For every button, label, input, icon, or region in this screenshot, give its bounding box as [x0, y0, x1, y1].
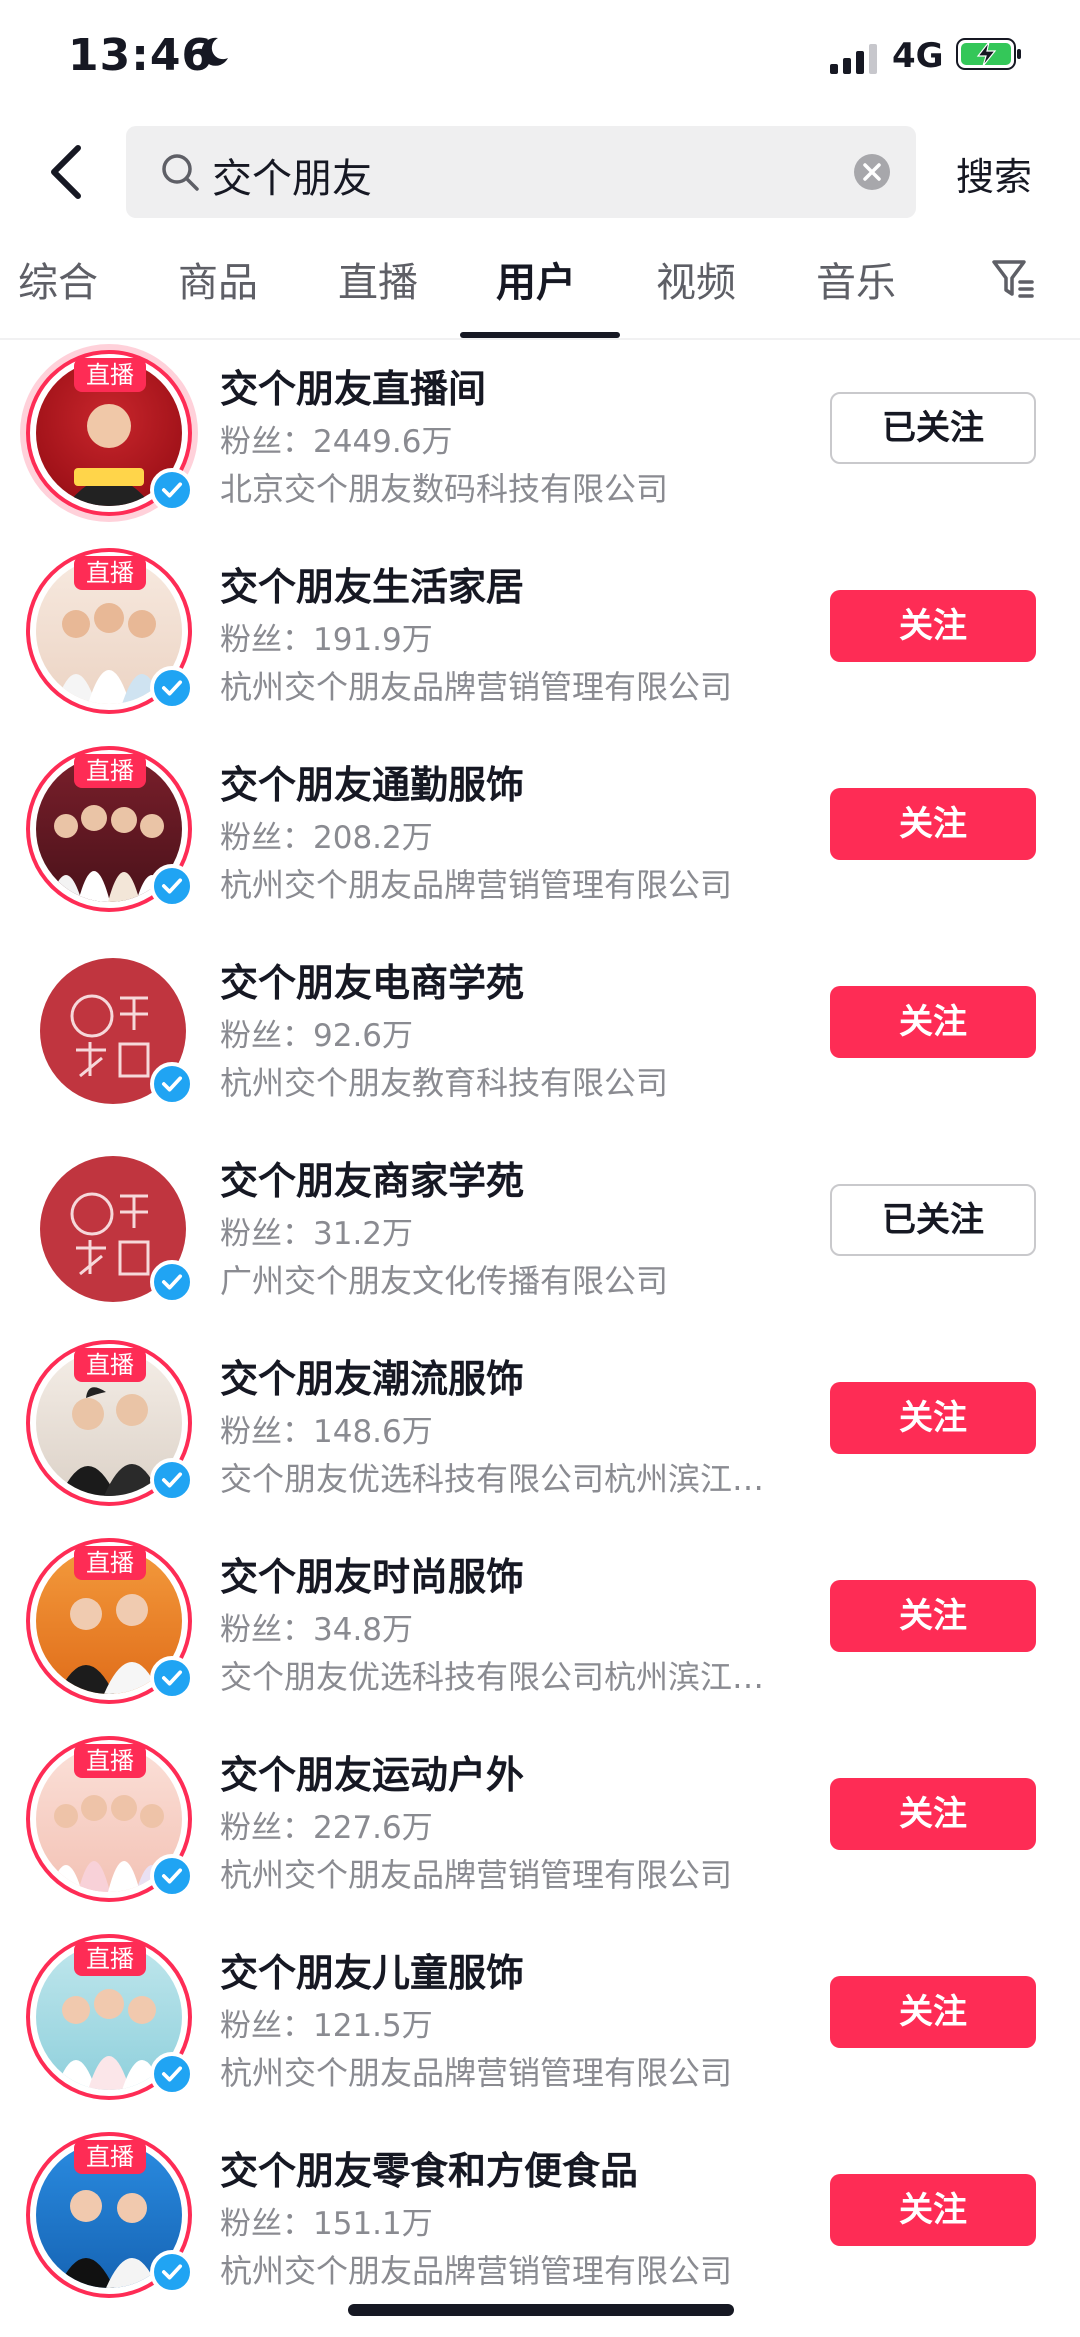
avatar[interactable] [26, 944, 202, 1120]
tab-live[interactable]: 直播 [338, 250, 418, 308]
fans-count: 粉丝：31.2万 [220, 1216, 414, 1252]
live-badge: 直播 [74, 556, 146, 590]
avatar[interactable]: 直播 [26, 1340, 202, 1516]
live-badge: 直播 [74, 1546, 146, 1580]
live-badge: 直播 [74, 754, 146, 788]
list-item[interactable]: 交个朋友电商学苑 粉丝：92.6万 杭州交个朋友教育科技有限公司 关注 [0, 934, 1080, 1132]
fans-count: 粉丝：208.2万 [220, 820, 433, 856]
moon-icon [201, 37, 228, 66]
back-chevron-icon[interactable] [40, 142, 96, 202]
follow-button[interactable]: 关注 [830, 1382, 1036, 1454]
list-item[interactable]: 直播 交个朋友时尚服饰 粉丝：34.8万 交个朋友优选科技有限公司杭州滨江… 关… [0, 1528, 1080, 1726]
company-name: 杭州交个朋友品牌营销管理有限公司 [220, 2054, 733, 2092]
user-name[interactable]: 交个朋友生活家居 [220, 556, 524, 611]
company-name: 杭州交个朋友品牌营销管理有限公司 [220, 668, 733, 706]
follow-button[interactable]: 关注 [830, 590, 1036, 662]
user-name[interactable]: 交个朋友直播间 [220, 358, 486, 413]
avatar[interactable]: 直播 [26, 2132, 202, 2308]
avatar[interactable] [26, 1142, 202, 1318]
avatar[interactable]: 直播 [26, 1538, 202, 1714]
follow-button[interactable]: 关注 [830, 986, 1036, 1058]
fans-count: 粉丝：227.6万 [220, 1810, 433, 1846]
list-item[interactable]: 直播 交个朋友直播间 粉丝：2449.6万 北京交个朋友数码科技有限公司 已关注 [0, 340, 1080, 538]
follow-button[interactable]: 关注 [830, 2174, 1036, 2246]
avatar[interactable]: 直播 [26, 548, 202, 724]
live-badge: 直播 [74, 1744, 146, 1778]
home-indicator[interactable] [348, 2304, 734, 2316]
company-name: 北京交个朋友数码科技有限公司 [220, 470, 669, 508]
follow-button[interactable]: 关注 [830, 788, 1036, 860]
avatar[interactable]: 直播 [26, 746, 202, 922]
company-name: 杭州交个朋友品牌营销管理有限公司 [220, 2252, 733, 2290]
tab-users[interactable]: 用户 [496, 250, 576, 308]
company-name: 杭州交个朋友教育科技有限公司 [220, 1064, 669, 1102]
clear-icon[interactable] [852, 152, 892, 192]
signal-icon [830, 44, 877, 74]
search-input[interactable]: 交个朋友 [126, 126, 916, 218]
user-name[interactable]: 交个朋友电商学苑 [220, 952, 524, 1007]
list-item[interactable]: 交个朋友商家学苑 粉丝：31.2万 广州交个朋友文化传播有限公司 已关注 [0, 1132, 1080, 1330]
network-type: 4G [892, 36, 944, 76]
avatar[interactable]: 直播 [26, 350, 202, 526]
user-name[interactable]: 交个朋友运动户外 [220, 1744, 524, 1799]
live-badge: 直播 [74, 1348, 146, 1382]
status-bar: 13:46 4G [0, 0, 1080, 118]
list-item[interactable]: 直播 交个朋友潮流服饰 粉丝：148.6万 交个朋友优选科技有限公司杭州滨江… … [0, 1330, 1080, 1528]
fans-count: 粉丝：191.9万 [220, 622, 433, 658]
live-badge: 直播 [74, 358, 146, 392]
fans-count: 粉丝：2449.6万 [220, 424, 453, 460]
avatar[interactable]: 直播 [26, 1934, 202, 2110]
tab-products[interactable]: 商品 [178, 250, 258, 308]
filter-icon[interactable] [990, 256, 1036, 302]
tab-videos[interactable]: 视频 [656, 250, 736, 308]
verified-icon [150, 1260, 194, 1304]
tab-music[interactable]: 音乐 [816, 250, 896, 308]
followed-button[interactable]: 已关注 [830, 1184, 1036, 1256]
search-button[interactable]: 搜索 [956, 146, 1032, 201]
list-item[interactable]: 直播 交个朋友通勤服饰 粉丝：208.2万 杭州交个朋友品牌营销管理有限公司 关… [0, 736, 1080, 934]
company-name: 杭州交个朋友品牌营销管理有限公司 [220, 1856, 733, 1894]
verified-icon [150, 1062, 194, 1106]
user-name[interactable]: 交个朋友时尚服饰 [220, 1546, 524, 1601]
tab-comprehensive[interactable]: 综合 [18, 250, 98, 308]
fans-count: 粉丝：151.1万 [220, 2206, 433, 2242]
live-badge: 直播 [74, 1942, 146, 1976]
user-name[interactable]: 交个朋友商家学苑 [220, 1150, 524, 1205]
user-name[interactable]: 交个朋友潮流服饰 [220, 1348, 524, 1403]
follow-button[interactable]: 关注 [830, 1778, 1036, 1850]
verified-icon [150, 2250, 194, 2294]
search-query[interactable]: 交个朋友 [212, 146, 372, 204]
status-time: 13:46 [68, 30, 214, 81]
fans-count: 粉丝：34.8万 [220, 1612, 414, 1648]
list-item[interactable]: 直播 交个朋友运动户外 粉丝：227.6万 杭州交个朋友品牌营销管理有限公司 关… [0, 1726, 1080, 1924]
live-badge: 直播 [74, 2140, 146, 2174]
verified-icon [150, 1854, 194, 1898]
list-item[interactable]: 直播 交个朋友零食和方便食品 粉丝：151.1万 杭州交个朋友品牌营销管理有限公… [0, 2122, 1080, 2320]
user-name[interactable]: 交个朋友零食和方便食品 [220, 2140, 638, 2195]
followed-button[interactable]: 已关注 [830, 392, 1036, 464]
verified-icon [150, 864, 194, 908]
fans-count: 粉丝：148.6万 [220, 1414, 433, 1450]
fans-count: 粉丝：121.5万 [220, 2008, 433, 2044]
verified-icon [150, 468, 194, 512]
follow-button[interactable]: 关注 [830, 1976, 1036, 2048]
follow-button[interactable]: 关注 [830, 1580, 1036, 1652]
company-name: 交个朋友优选科技有限公司杭州滨江… [220, 1658, 765, 1696]
verified-icon [150, 1458, 194, 1502]
list-item[interactable]: 直播 交个朋友生活家居 粉丝：191.9万 杭州交个朋友品牌营销管理有限公司 关… [0, 538, 1080, 736]
verified-icon [150, 1656, 194, 1700]
battery-charging-icon [956, 38, 1021, 70]
company-name: 杭州交个朋友品牌营销管理有限公司 [220, 866, 733, 904]
user-name[interactable]: 交个朋友通勤服饰 [220, 754, 524, 809]
user-name[interactable]: 交个朋友儿童服饰 [220, 1942, 524, 1997]
fans-count: 粉丝：92.6万 [220, 1018, 414, 1054]
search-icon [162, 154, 199, 191]
verified-icon [150, 666, 194, 710]
company-name: 交个朋友优选科技有限公司杭州滨江… [220, 1460, 765, 1498]
avatar[interactable]: 直播 [26, 1736, 202, 1912]
list-item[interactable]: 直播 交个朋友儿童服饰 粉丝：121.5万 杭州交个朋友品牌营销管理有限公司 关… [0, 1924, 1080, 2122]
tab-bar: 综合 商品 直播 用户 视频 音乐 [0, 250, 1080, 340]
company-name: 广州交个朋友文化传播有限公司 [220, 1262, 669, 1300]
verified-icon [150, 2052, 194, 2096]
